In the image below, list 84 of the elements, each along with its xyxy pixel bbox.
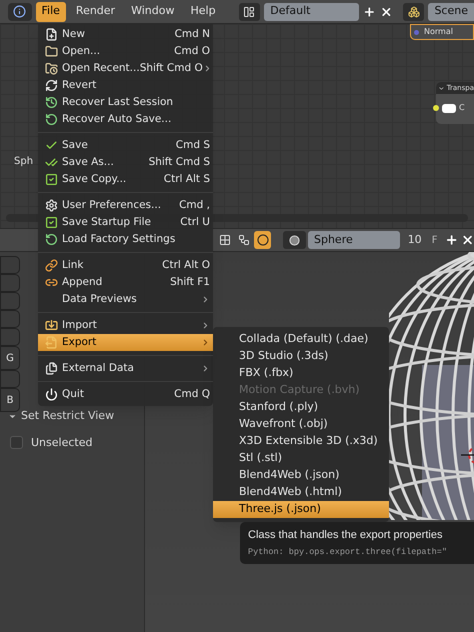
menu-item[interactable]: Open... Cmd O [38, 43, 213, 60]
layout-field[interactable]: Default [264, 2, 360, 20]
tooltip-description: Class that handles the export properties [248, 528, 442, 542]
menu-item[interactable]: Import [38, 317, 213, 334]
sidebar-tab[interactable]: B [0, 388, 20, 412]
checked-square-icon [44, 173, 58, 186]
menu-item[interactable]: Stanford (.ply) [213, 399, 389, 416]
menu-button[interactable]: File [36, 2, 66, 22]
layout-icon [243, 6, 256, 18]
menu-item[interactable]: Save Cmd S [38, 137, 213, 154]
collapse-icon[interactable] [438, 84, 445, 92]
menu-item[interactable]: Recover Auto Save... [38, 111, 213, 128]
python-command: Python: bpy.ops.export.three(filepath=" [248, 546, 447, 558]
menu-button[interactable]: Render [70, 2, 122, 22]
add-icon[interactable] [445, 233, 459, 247]
power-icon [44, 388, 58, 401]
scene-field[interactable]: Scene [428, 2, 474, 20]
node-label: Normal [424, 26, 453, 38]
sidebar-tab[interactable]: G [0, 346, 20, 370]
close-icon[interactable] [460, 233, 474, 247]
checkbox-label: Unselected [31, 434, 92, 450]
undo-arrow-icon [44, 233, 58, 246]
folder-clock-icon [44, 62, 58, 75]
folder-icon [44, 45, 58, 58]
menu-item[interactable]: External Data [38, 360, 213, 377]
history-icon [44, 96, 58, 109]
shader-type-button[interactable] [254, 231, 272, 249]
menu-item[interactable]: Blend4Web (.html) [213, 484, 389, 501]
checkbox[interactable] [10, 436, 23, 450]
sphere-icon [256, 234, 269, 246]
undo-arrow-icon [44, 113, 58, 126]
checker-icon [218, 234, 231, 246]
import-icon [44, 319, 58, 332]
checked-square-icon [44, 216, 58, 229]
menu-item[interactable]: Blend4Web (.json) [213, 467, 389, 484]
color-swatch[interactable] [442, 104, 456, 112]
export-icon [44, 336, 58, 349]
menu-item[interactable]: Export [38, 334, 213, 351]
menu-item[interactable]: Load Factory Settings [38, 231, 213, 248]
double-checkmark-icon [44, 156, 58, 169]
menu-item[interactable]: Save As... Shift Cmd S [38, 154, 213, 171]
link-icon [44, 276, 58, 289]
fake-user-toggle[interactable]: F [432, 232, 438, 248]
menu-item[interactable]: Wavefront (.obj) [213, 416, 389, 433]
refresh-icon [44, 79, 58, 92]
sphere-icon [289, 234, 300, 246]
user-count[interactable]: 10 [408, 232, 422, 248]
menu-item[interactable]: Collada (Default) (.dae) [213, 331, 389, 348]
scene-icon [408, 6, 420, 18]
settings-icon [44, 199, 58, 212]
menu-item[interactable]: Revert [38, 77, 213, 94]
editor-type-button[interactable] [8, 2, 32, 20]
menu-item[interactable]: Save Startup File Ctrl U [38, 214, 213, 231]
node-label: Sph [14, 155, 34, 169]
menu-item[interactable]: X3D Extensible 3D (.x3d) [213, 433, 389, 450]
shader-node[interactable]: Normal [410, 24, 474, 40]
menu-item[interactable]: Append Shift F1 [38, 274, 213, 291]
menu-item[interactable]: Stl (.stl) [213, 450, 389, 467]
layout-button[interactable] [238, 2, 260, 20]
menu-item[interactable]: Quit Cmd Q [38, 386, 213, 403]
menu-item[interactable]: New Cmd N [38, 26, 213, 43]
panel-title: Set Restrict View [21, 408, 114, 424]
files-icon [44, 362, 58, 375]
new-file-icon [44, 28, 58, 41]
menu-item[interactable]: Data Previews [38, 291, 213, 308]
menu-item[interactable]: 3D Studio (.3ds) [213, 348, 389, 365]
menu-item[interactable]: Open Recent...Shift Cmd O [38, 60, 213, 77]
add-icon[interactable] [363, 4, 376, 18]
menu-item[interactable]: Three.js (.json) [213, 501, 389, 518]
material-browse-button[interactable] [283, 231, 306, 249]
menu-item[interactable]: User Preferences... Cmd , [38, 197, 213, 214]
node-label: C [459, 102, 465, 114]
info-icon [13, 5, 26, 18]
menu-item[interactable]: Recover Last Session [38, 94, 213, 111]
checkmark-icon [44, 139, 58, 152]
menu-item[interactable]: Link Ctrl Alt O [38, 257, 213, 274]
menu-button[interactable]: Window [125, 2, 180, 22]
node-tree-icon [238, 234, 250, 246]
menu-item[interactable]: FBX (.fbx) [213, 365, 389, 382]
menu-button[interactable]: Help [184, 2, 222, 22]
menu-item[interactable]: Save Copy... Ctrl Alt S [38, 171, 213, 188]
link-icon [44, 259, 58, 272]
scene-button[interactable] [402, 2, 424, 20]
material-field[interactable]: Sphere [308, 231, 400, 249]
